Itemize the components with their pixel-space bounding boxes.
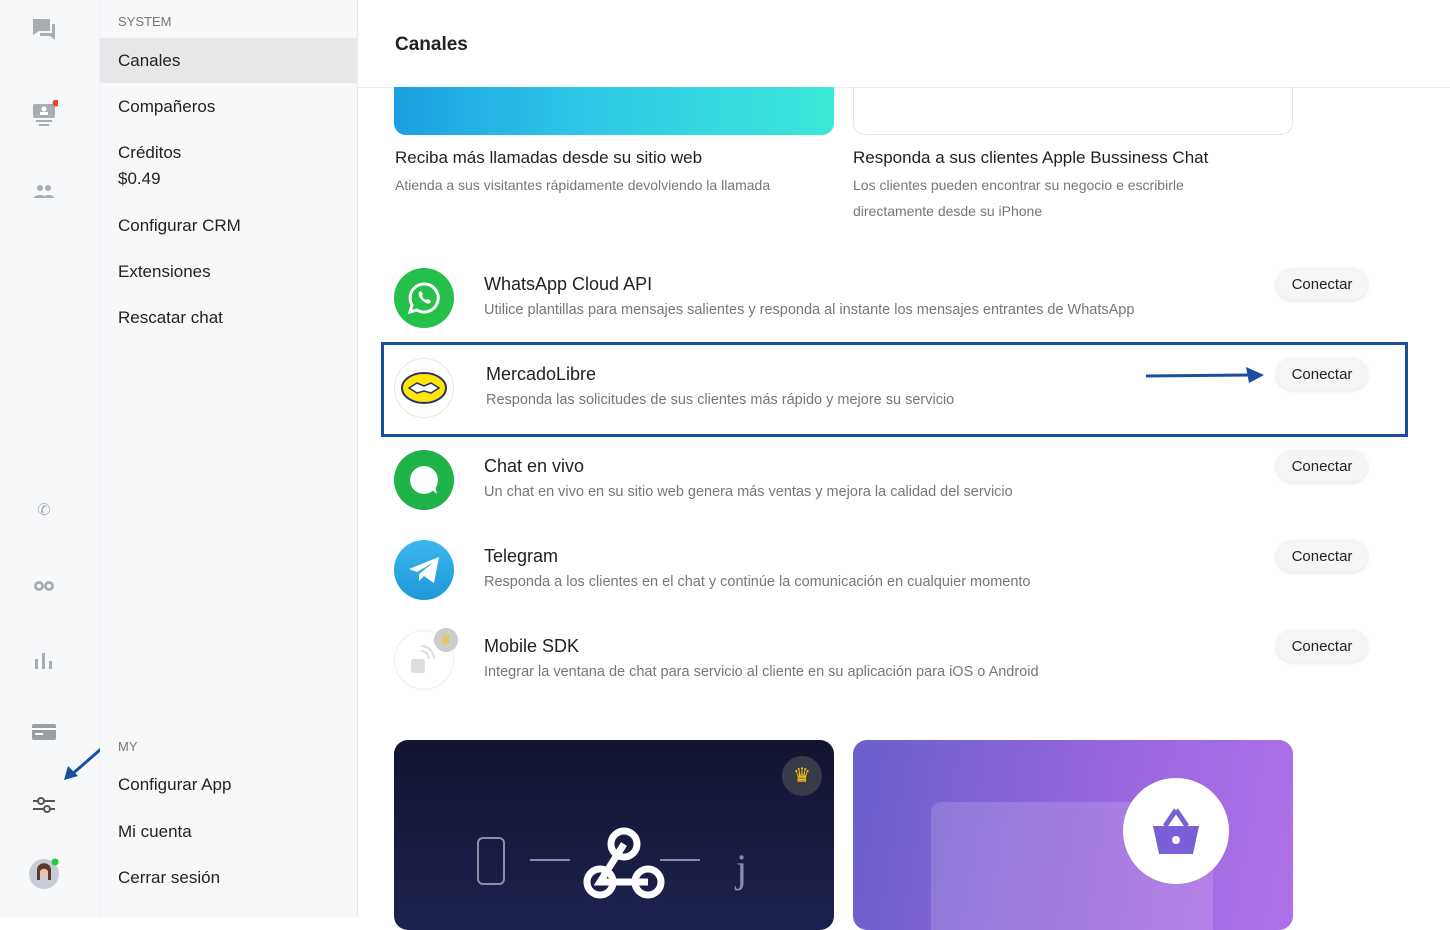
channel-name: Telegram: [484, 546, 559, 566]
channel-row-whatsapp: WhatsApp Cloud API Utilice plantillas pa…: [394, 268, 1374, 348]
channel-desc: Integrar la ventana de chat para servici…: [484, 664, 1039, 680]
promo-title[interactable]: Reciba más llamadas desde su sitio web: [395, 148, 702, 168]
connect-button[interactable]: Conectar: [1276, 358, 1368, 390]
chats-icon[interactable]: [28, 14, 60, 46]
connect-button[interactable]: Conectar: [1276, 630, 1368, 662]
sidebar-item-mi-cuenta[interactable]: Mi cuenta: [100, 819, 357, 845]
connect-button[interactable]: Conectar: [1276, 268, 1368, 300]
sidebar-item-rescatar-chat[interactable]: Rescatar chat: [100, 305, 357, 331]
settings-sidebar: SYSTEM Canales Compañeros Créditos $0.49 …: [100, 0, 358, 917]
shop-promo-card[interactable]: [853, 740, 1293, 930]
connect-button[interactable]: Conectar: [1276, 450, 1368, 482]
channel-row-mercadolibre: MercadoLibre Responda las solicitudes de…: [394, 358, 1374, 438]
channel-name: Mobile SDK: [484, 636, 580, 656]
icon-rail: ✆: [0, 0, 117, 917]
channel-name: MercadoLibre: [486, 364, 597, 384]
page-title: Canales: [395, 34, 468, 55]
apple-chat-promo-image[interactable]: [853, 87, 1293, 135]
promo-title[interactable]: Responda a sus clientes Apple Bussiness …: [853, 148, 1208, 168]
sidebar-item-configurar-crm[interactable]: Configurar CRM: [100, 213, 357, 239]
sidebar-item-configurar-app[interactable]: Configurar App: [100, 772, 357, 798]
stats-icon[interactable]: [28, 644, 60, 676]
sidebar-item-creditos[interactable]: Créditos $0.49: [100, 140, 357, 192]
billing-icon[interactable]: [28, 716, 60, 748]
settings-sliders-icon[interactable]: [28, 789, 60, 821]
channel-desc: Utilice plantillas para mensajes salient…: [484, 302, 1135, 318]
premium-crown-icon: ♛: [434, 628, 458, 652]
binoculars-icon[interactable]: [28, 568, 60, 600]
channel-row-chat-en-vivo: Chat en vivo Un chat en vivo en su sitio…: [394, 450, 1374, 530]
channel-name: WhatsApp Cloud API: [484, 274, 653, 294]
phone-icon[interactable]: ✆: [28, 494, 60, 526]
mercadolibre-icon: [394, 358, 454, 418]
connect-button[interactable]: Conectar: [1276, 540, 1368, 572]
webhook-promo-card[interactable]: ♛ j: [394, 740, 834, 930]
creditos-label: Créditos: [118, 143, 182, 162]
annotation-arrow-icon: [1145, 367, 1264, 383]
main-content: Canales Reciba más llamadas desde su sit…: [358, 0, 1450, 930]
team-icon[interactable]: [28, 176, 60, 208]
creditos-value: $0.49: [118, 169, 161, 188]
sidebar-item-extensiones[interactable]: Extensiones: [100, 259, 357, 285]
channel-row-telegram: Telegram Responda a los clientes en el c…: [394, 540, 1374, 620]
promo-desc: Atienda a sus visitantes rápidamente dev…: [395, 177, 771, 193]
premium-crown-icon: ♛: [782, 756, 822, 796]
basket-icon: [1123, 778, 1229, 884]
svg-text:j: j: [734, 846, 747, 891]
channel-desc: Un chat en vivo en su sitio web genera m…: [484, 484, 1013, 500]
section-my-label: MY: [118, 739, 138, 754]
channel-desc: Responda a los clientes en el chat y con…: [484, 574, 1031, 590]
channel-name: Chat en vivo: [484, 456, 585, 476]
whatsapp-icon: [394, 268, 454, 328]
live-chat-icon: [394, 450, 454, 510]
section-system-label: SYSTEM: [118, 14, 172, 29]
webhook-illustration-icon: j: [477, 827, 747, 899]
promo-desc: Los clientes pueden encontrar su negocio…: [853, 177, 1184, 219]
telegram-icon: [394, 540, 454, 600]
callback-promo-image[interactable]: [394, 87, 834, 135]
contacts-icon[interactable]: [28, 98, 60, 130]
channel-row-mobile-sdk: ♛ Mobile SDK Integrar la ventana de chat…: [394, 628, 1374, 710]
channel-desc: Responda las solicitudes de sus clientes…: [486, 392, 955, 408]
avatar[interactable]: [28, 858, 60, 890]
sidebar-item-companeros[interactable]: Compañeros: [100, 94, 357, 120]
sidebar-item-cerrar-sesion[interactable]: Cerrar sesión: [100, 865, 357, 891]
sidebar-item-canales[interactable]: Canales: [100, 38, 357, 83]
